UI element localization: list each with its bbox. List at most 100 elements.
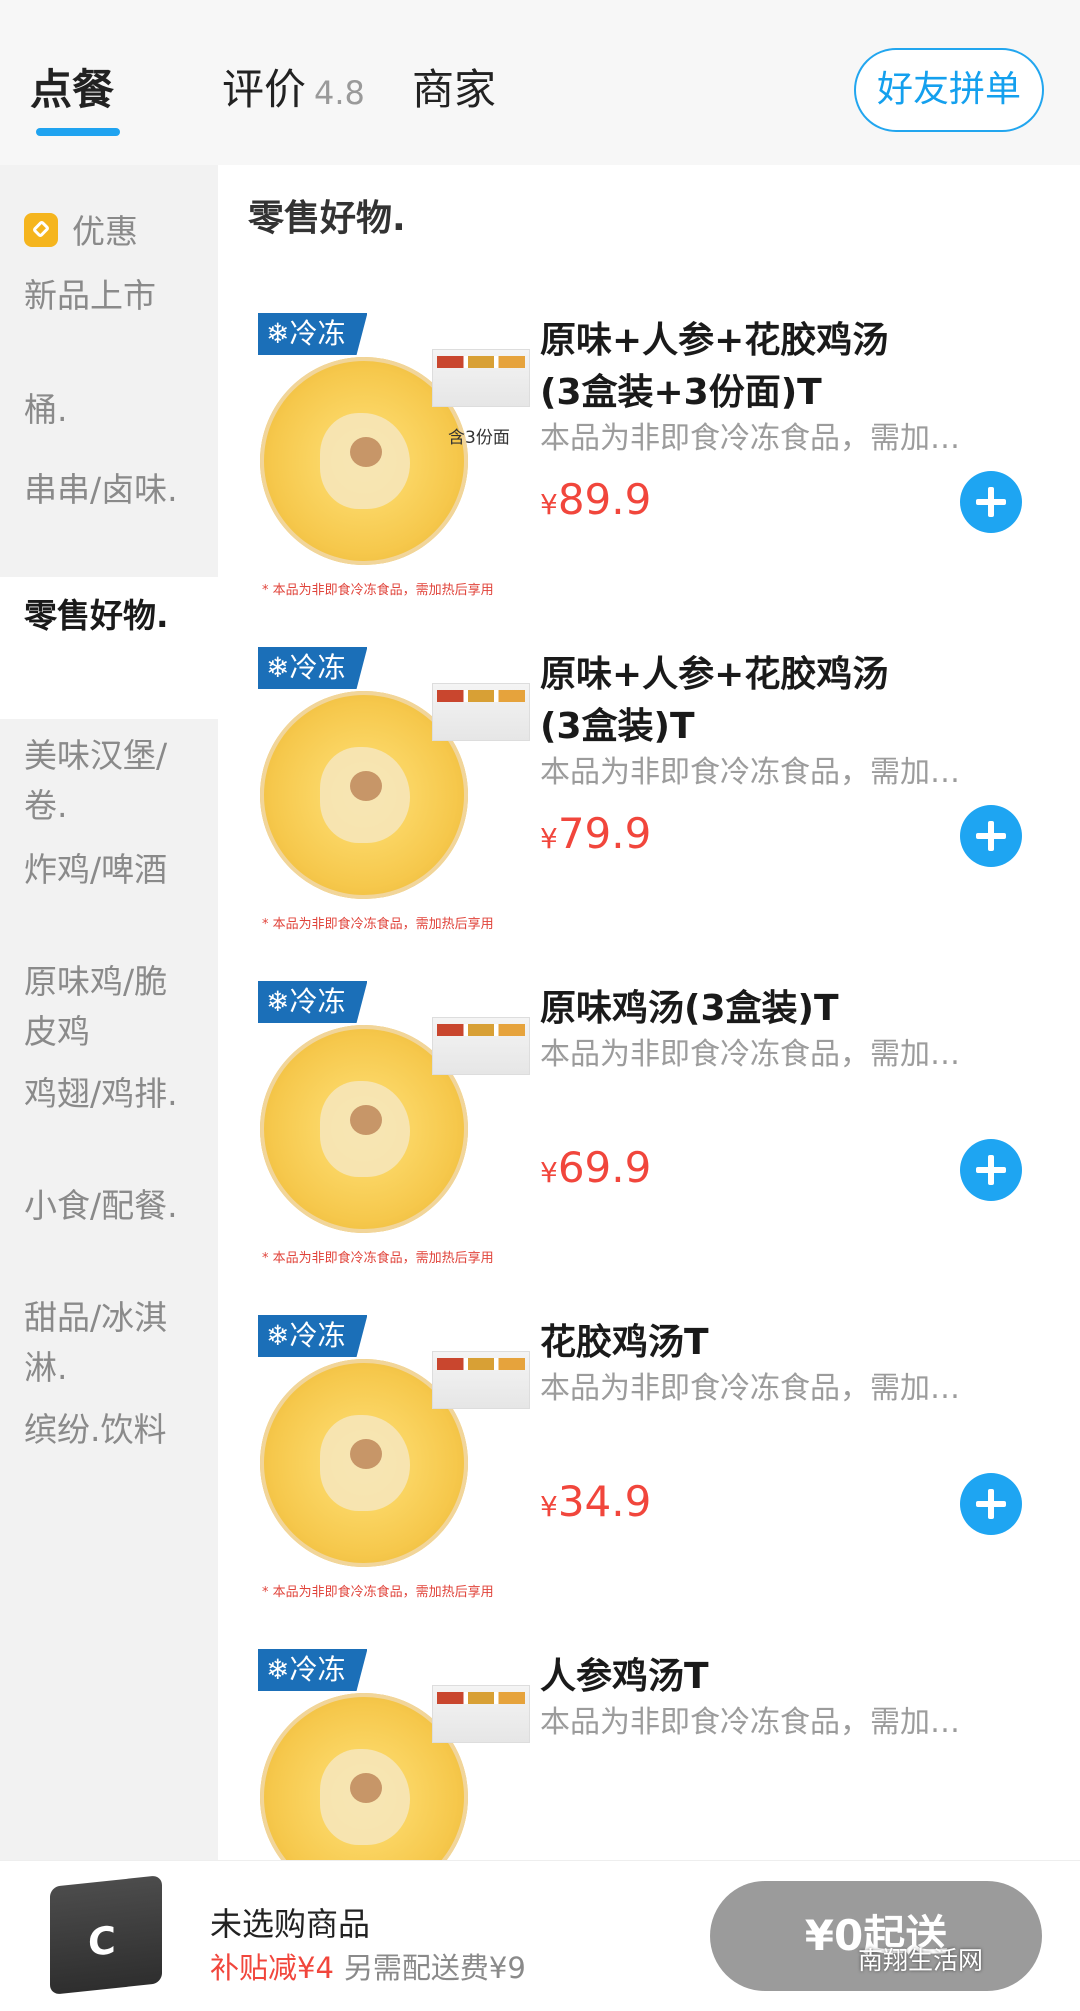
sidebar-item-label: 鸡翅/鸡排. — [24, 1074, 178, 1113]
product-name[interactable]: 原味鸡汤(3盒装)T — [540, 983, 910, 1035]
product-list: 零售好物. ❄冷冻 含3份面 * 本品为非即食冷冻食品，需加热后享用 原味+人参… — [218, 165, 1080, 1860]
product-desc: 本品为非即食冷冻食品，需加… — [540, 421, 960, 456]
group-order-button[interactable]: 好友拼单 — [854, 48, 1044, 132]
freeze-badge-label: 冷冻 — [289, 1653, 346, 1686]
section-title: 零售好物. — [248, 198, 406, 239]
freeze-badge: ❄冷冻 — [258, 647, 368, 689]
sidebar-item-new[interactable]: 新品上市 — [0, 271, 218, 371]
product-desc: 本品为非即食冷冻食品，需加… — [540, 1371, 960, 1406]
tab-merchant[interactable]: 商家 — [412, 62, 496, 118]
sidebar-item-label: 新品上市 — [24, 276, 156, 315]
snowflake-icon: ❄ — [266, 1319, 290, 1352]
add-to-cart-button[interactable] — [960, 1139, 1022, 1201]
sidebar-item-original-chicken[interactable]: 原味鸡/脆皮鸡 — [0, 957, 218, 1057]
price-value: 89.9 — [557, 475, 652, 524]
sidebar-item-label: 缤纷.饮料 — [24, 1410, 167, 1449]
product-card[interactable]: ❄冷冻 * 本品为非即食冷冻食品，需加热后享用 原味鸡汤(3盒装)T 本品为非即… — [218, 961, 1080, 1303]
snowflake-icon: ❄ — [266, 985, 290, 1018]
snowflake-icon: ❄ — [266, 651, 290, 684]
tab-order[interactable]: 点餐 — [30, 62, 114, 118]
sidebar-item-wings[interactable]: 鸡翅/鸡排. — [0, 1069, 218, 1119]
thumb-note: * 本品为非即食冷冻食品，需加热后享用 — [262, 583, 494, 598]
sidebar-item-desserts[interactable]: 甜品/冰淇淋. — [0, 1293, 218, 1393]
sidebar-item-burgers[interactable]: 美味汉堡/卷. — [0, 731, 218, 831]
sidebar-item-bucket[interactable]: 桶. — [0, 385, 218, 435]
product-name[interactable]: 花胶鸡汤T — [540, 1317, 910, 1369]
product-card[interactable]: ❄冷冻 含3份面 * 本品为非即食冷冻食品，需加热后享用 原味+人参+花胶鸡汤(… — [218, 293, 1080, 635]
sidebar-item-skewers[interactable]: 串串/卤味. — [0, 465, 218, 515]
tab-order-label: 点餐 — [30, 65, 115, 114]
product-name[interactable]: 原味+人参+花胶鸡汤(3盒装+3份面)T — [540, 315, 910, 419]
price-currency: ¥ — [540, 488, 558, 521]
product-desc: 本品为非即食冷冻食品，需加… — [540, 1705, 960, 1740]
reviews-rating: 4.8 — [314, 74, 365, 112]
snowflake-icon: ❄ — [266, 317, 290, 350]
sidebar-item-fried-chicken[interactable]: 炸鸡/啤酒 — [0, 845, 218, 895]
product-price: ¥34.9 — [540, 1477, 651, 1526]
category-sidebar: 优惠 新品上市 桶. 串串/卤味. 零售好物. 美味汉堡/卷. 炸鸡/啤酒 原味… — [0, 165, 218, 1860]
freeze-badge: ❄冷冻 — [258, 981, 368, 1023]
price-value: 34.9 — [557, 1477, 652, 1526]
sidebar-item-retail[interactable]: 零售好物. — [0, 577, 218, 719]
product-price: ¥69.9 — [540, 1143, 651, 1192]
product-image[interactable]: ❄冷冻 * 本品为非即食冷冻食品，需加热后享用 — [258, 647, 530, 937]
cart-bar: 未选购商品 补贴减¥4另需配送费¥9 ¥0起送 南翔生活网 — [0, 1860, 1080, 2011]
tab-reviews[interactable]: 评价 4.8 — [222, 62, 365, 121]
freeze-badge: ❄冷冻 — [258, 1649, 368, 1691]
product-card[interactable]: ❄冷冻 * 本品为非即食冷冻食品，需加热后享用 花胶鸡汤T 本品为非即食冷冻食品… — [218, 1295, 1080, 1637]
package-image — [432, 683, 530, 741]
sidebar-item-promotions[interactable]: 优惠 — [0, 207, 218, 257]
sidebar-item-label: 零售好物. — [24, 596, 169, 635]
cart-status: 未选购商品 — [210, 1905, 371, 1943]
product-name[interactable]: 人参鸡汤T — [540, 1651, 910, 1703]
thumb-side-text: 含3份面 — [448, 428, 510, 448]
package-image — [432, 1351, 530, 1409]
delivery-fee-text: 另需配送费¥9 — [343, 1951, 526, 1985]
add-to-cart-button[interactable] — [960, 471, 1022, 533]
package-image — [432, 349, 530, 407]
product-price: ¥79.9 — [540, 809, 651, 858]
cart-fee-info: 补贴减¥4 另需配送费¥9 — [210, 1945, 526, 1987]
sidebar-item-label: 甜品/冰淇淋. — [24, 1298, 168, 1387]
active-tab-indicator — [36, 128, 120, 136]
price-value: 79.9 — [557, 809, 652, 858]
price-value: 69.9 — [557, 1143, 652, 1192]
thumb-note: * 本品为非即食冷冻食品，需加热后享用 — [262, 1585, 494, 1600]
product-desc: 本品为非即食冷冻食品，需加… — [540, 1037, 960, 1072]
sidebar-item-label: 串串/卤味. — [24, 470, 178, 509]
product-image[interactable]: ❄冷冻 含3份面 * 本品为非即食冷冻食品，需加热后享用 — [258, 313, 530, 603]
product-price: ¥89.9 — [540, 475, 651, 524]
product-card[interactable]: ❄冷冻 人参鸡汤T 本品为非即食冷冻食品，需加… — [218, 1629, 1080, 1860]
freeze-badge: ❄冷冻 — [258, 1315, 368, 1357]
snowflake-icon: ❄ — [266, 1653, 290, 1686]
price-currency: ¥ — [540, 822, 558, 855]
tab-reviews-label: 评价 — [222, 65, 307, 114]
freeze-badge: ❄冷冻 — [258, 313, 368, 355]
product-image[interactable]: ❄冷冻 — [258, 1649, 530, 1860]
sidebar-item-label: 美味汉堡/卷. — [24, 736, 168, 825]
tab-merchant-label: 商家 — [412, 65, 497, 114]
freeze-badge-label: 冷冻 — [289, 1319, 346, 1352]
add-to-cart-button[interactable] — [960, 805, 1022, 867]
sidebar-item-snacks[interactable]: 小食/配餐. — [0, 1181, 218, 1231]
product-image[interactable]: ❄冷冻 * 本品为非即食冷冻食品，需加热后享用 — [258, 1315, 530, 1605]
product-desc: 本品为非即食冷冻食品，需加… — [540, 755, 960, 790]
sidebar-item-drinks[interactable]: 缤纷.饮料 — [0, 1405, 218, 1455]
freeze-badge-label: 冷冻 — [289, 985, 346, 1018]
sidebar-item-label: 优惠 — [72, 212, 138, 251]
thumb-note: * 本品为非即食冷冻食品，需加热后享用 — [262, 1251, 494, 1266]
freeze-badge-label: 冷冻 — [289, 651, 346, 684]
sidebar-item-label: 炸鸡/啤酒 — [24, 850, 168, 889]
add-to-cart-button[interactable] — [960, 1473, 1022, 1535]
package-image — [432, 1685, 530, 1743]
package-image — [432, 1017, 530, 1075]
product-name[interactable]: 原味+人参+花胶鸡汤(3盒装)T — [540, 649, 910, 753]
product-image[interactable]: ❄冷冻 * 本品为非即食冷冻食品，需加热后享用 — [258, 981, 530, 1271]
product-card[interactable]: ❄冷冻 * 本品为非即食冷冻食品，需加热后享用 原味+人参+花胶鸡汤(3盒装)T… — [218, 627, 1080, 969]
price-currency: ¥ — [540, 1490, 558, 1523]
sidebar-item-label: 小食/配餐. — [24, 1186, 178, 1225]
watermark-text: 南翔生活网 — [858, 1946, 984, 1975]
freeze-badge-label: 冷冻 — [289, 317, 346, 350]
subsidy-text: 补贴减¥4 — [210, 1951, 334, 1985]
cart-box-icon[interactable] — [50, 1875, 162, 1995]
